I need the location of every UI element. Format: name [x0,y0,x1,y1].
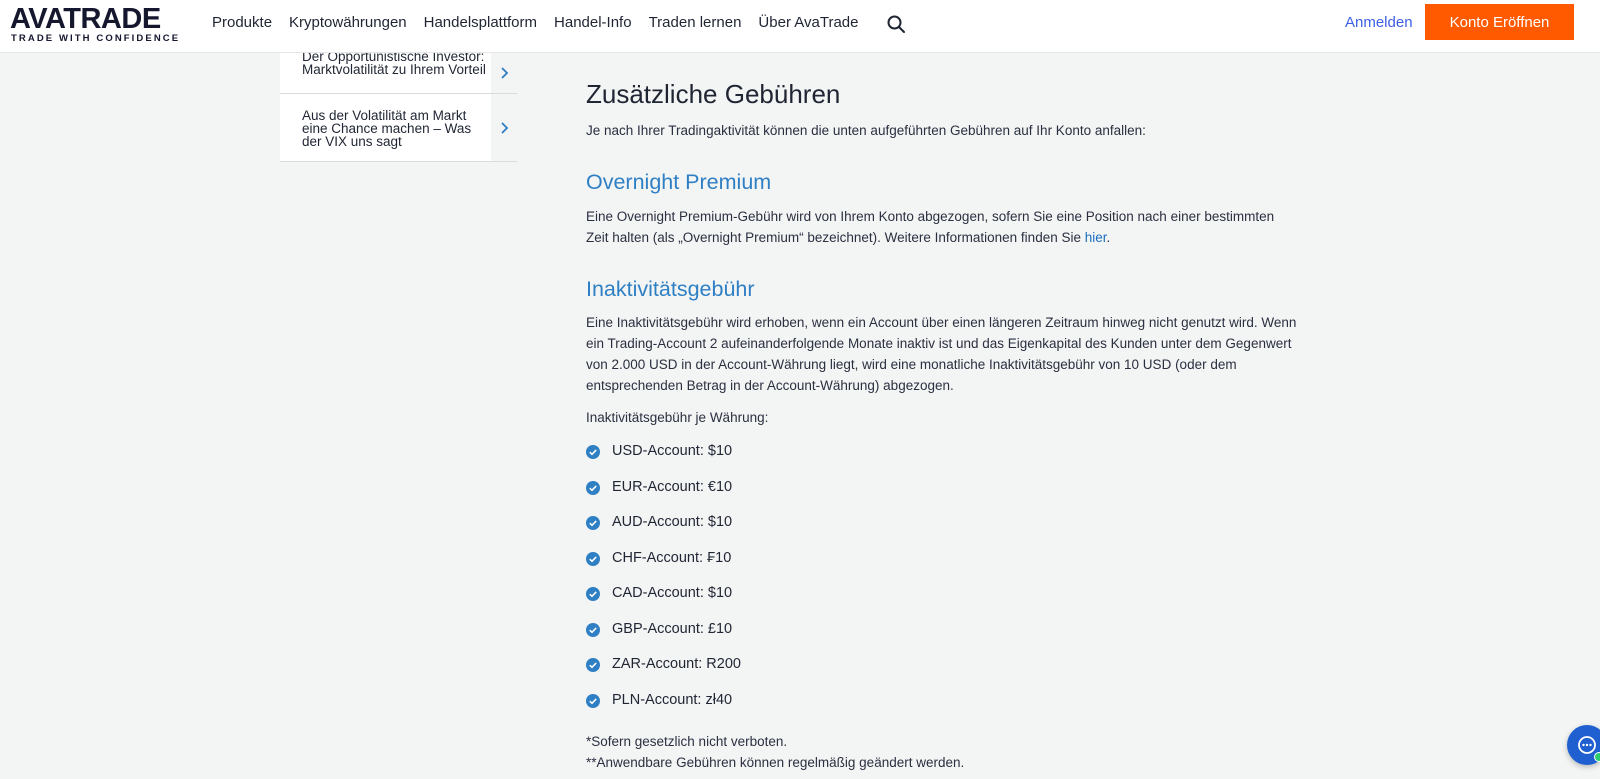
check-circle-icon [586,516,600,530]
nav-item-handel-info[interactable]: Handel-Info [554,14,632,31]
fee-label: CHF-Account: ₣10 [612,549,732,566]
chat-icon [1578,736,1596,754]
check-circle-icon [586,445,600,459]
fee-label: GBP-Account: £10 [612,620,733,637]
overnight-body: Eine Overnight Premium-Gebühr wird von I… [586,209,1275,245]
overnight-text: Eine Overnight Premium-Gebühr wird von I… [586,206,1286,248]
main-nav: Produkte Kryptowährungen Handelsplattfor… [212,14,875,31]
article-sidebar: Der Opportunistische Investor: Marktvola… [280,49,517,162]
fee-label: ZAR-Account: R200 [612,656,741,672]
footnote-legal: *Sofern gesetzlich nicht verboten. [586,734,788,749]
nav-item-krypto[interactable]: Kryptowährungen [289,14,407,31]
logo-wordmark: AVATRADE [10,3,161,35]
check-circle-icon [586,551,600,566]
per-currency-label: Inaktivitätsgebühr je Währung: [586,410,769,425]
avatrade-logo[interactable]: AVATRADE TRADE WITH CONFIDENCE [10,4,188,44]
sidebar-item-label: Aus der Volatilität am Markt eine Chance… [302,108,472,149]
nav-item-handelsplattform[interactable]: Handelsplattform [424,14,537,31]
chevron-right-icon [501,66,509,79]
list-item: EUR-Account: €10 [586,475,741,511]
online-status-dot [1594,752,1600,762]
check-circle-icon [586,587,600,601]
nav-item-produkte[interactable]: Produkte [212,14,272,31]
site-header: AVATRADE TRADE WITH CONFIDENCE Produkte … [0,0,1600,53]
list-item: USD-Account: $10 [586,439,741,475]
overnight-link[interactable]: hier [1085,230,1107,245]
sidebar-item-label: Der Opportunistische Investor: Marktvola… [302,49,486,77]
logo-tagline: TRADE WITH CONFIDENCE [11,33,181,44]
sidebar-chevron-wrap [491,94,517,161]
check-circle-icon [586,658,600,672]
chevron-right-icon [501,121,509,134]
sidebar-item-opportunistic-investor[interactable]: Der Opportunistische Investor: Marktvola… [280,49,517,94]
list-item: PLN-Account: zł40 [586,688,741,724]
check-circle-icon [586,693,600,708]
intro-text: Je nach Ihrer Tradingaktivität können di… [586,123,1146,138]
login-link[interactable]: Anmelden [1345,14,1413,31]
overnight-heading: Overnight Premium [586,170,772,194]
chat-button[interactable] [1567,725,1600,765]
fee-label: EUR-Account: €10 [612,478,733,495]
inactivity-heading: Inaktivitätsgebühr [586,277,755,301]
list-item: CHF-Account: ₣10 [586,546,741,582]
inactivity-text: Eine Inaktivitätsgebühr wird erhoben, we… [586,315,1297,393]
check-circle-icon [586,622,600,637]
list-item: ZAR-Account: R200 [586,652,741,688]
fee-label: PLN-Account: zł40 [612,691,733,708]
fee-label: AUD-Account: $10 [612,514,733,530]
nav-item-ueber-avatrade[interactable]: Über AvaTrade [758,14,858,31]
overnight-end: . [1106,230,1111,245]
list-item: GBP-Account: £10 [586,617,741,653]
check-circle-icon [586,480,600,495]
fee-list: USD-Account: $10 EUR-Account: €10 AUD-Ac… [586,439,741,723]
search-icon[interactable] [886,14,906,34]
list-item: AUD-Account: $10 [586,510,741,546]
page-title: Zusätzliche Gebühren [586,79,841,109]
sidebar-chevron-wrap [491,52,517,93]
fee-label: CAD-Account: $10 [612,585,733,601]
footnote-changes: **Anwendbare Gebühren können regelmäßig … [586,755,965,770]
fee-label: USD-Account: $10 [612,443,733,459]
list-item: CAD-Account: $10 [586,581,741,617]
open-account-button[interactable]: Konto Eröffnen [1425,4,1574,40]
sidebar-item-vix[interactable]: Aus der Volatilität am Markt eine Chance… [280,94,517,162]
nav-item-traden-lernen[interactable]: Traden lernen [649,14,742,31]
